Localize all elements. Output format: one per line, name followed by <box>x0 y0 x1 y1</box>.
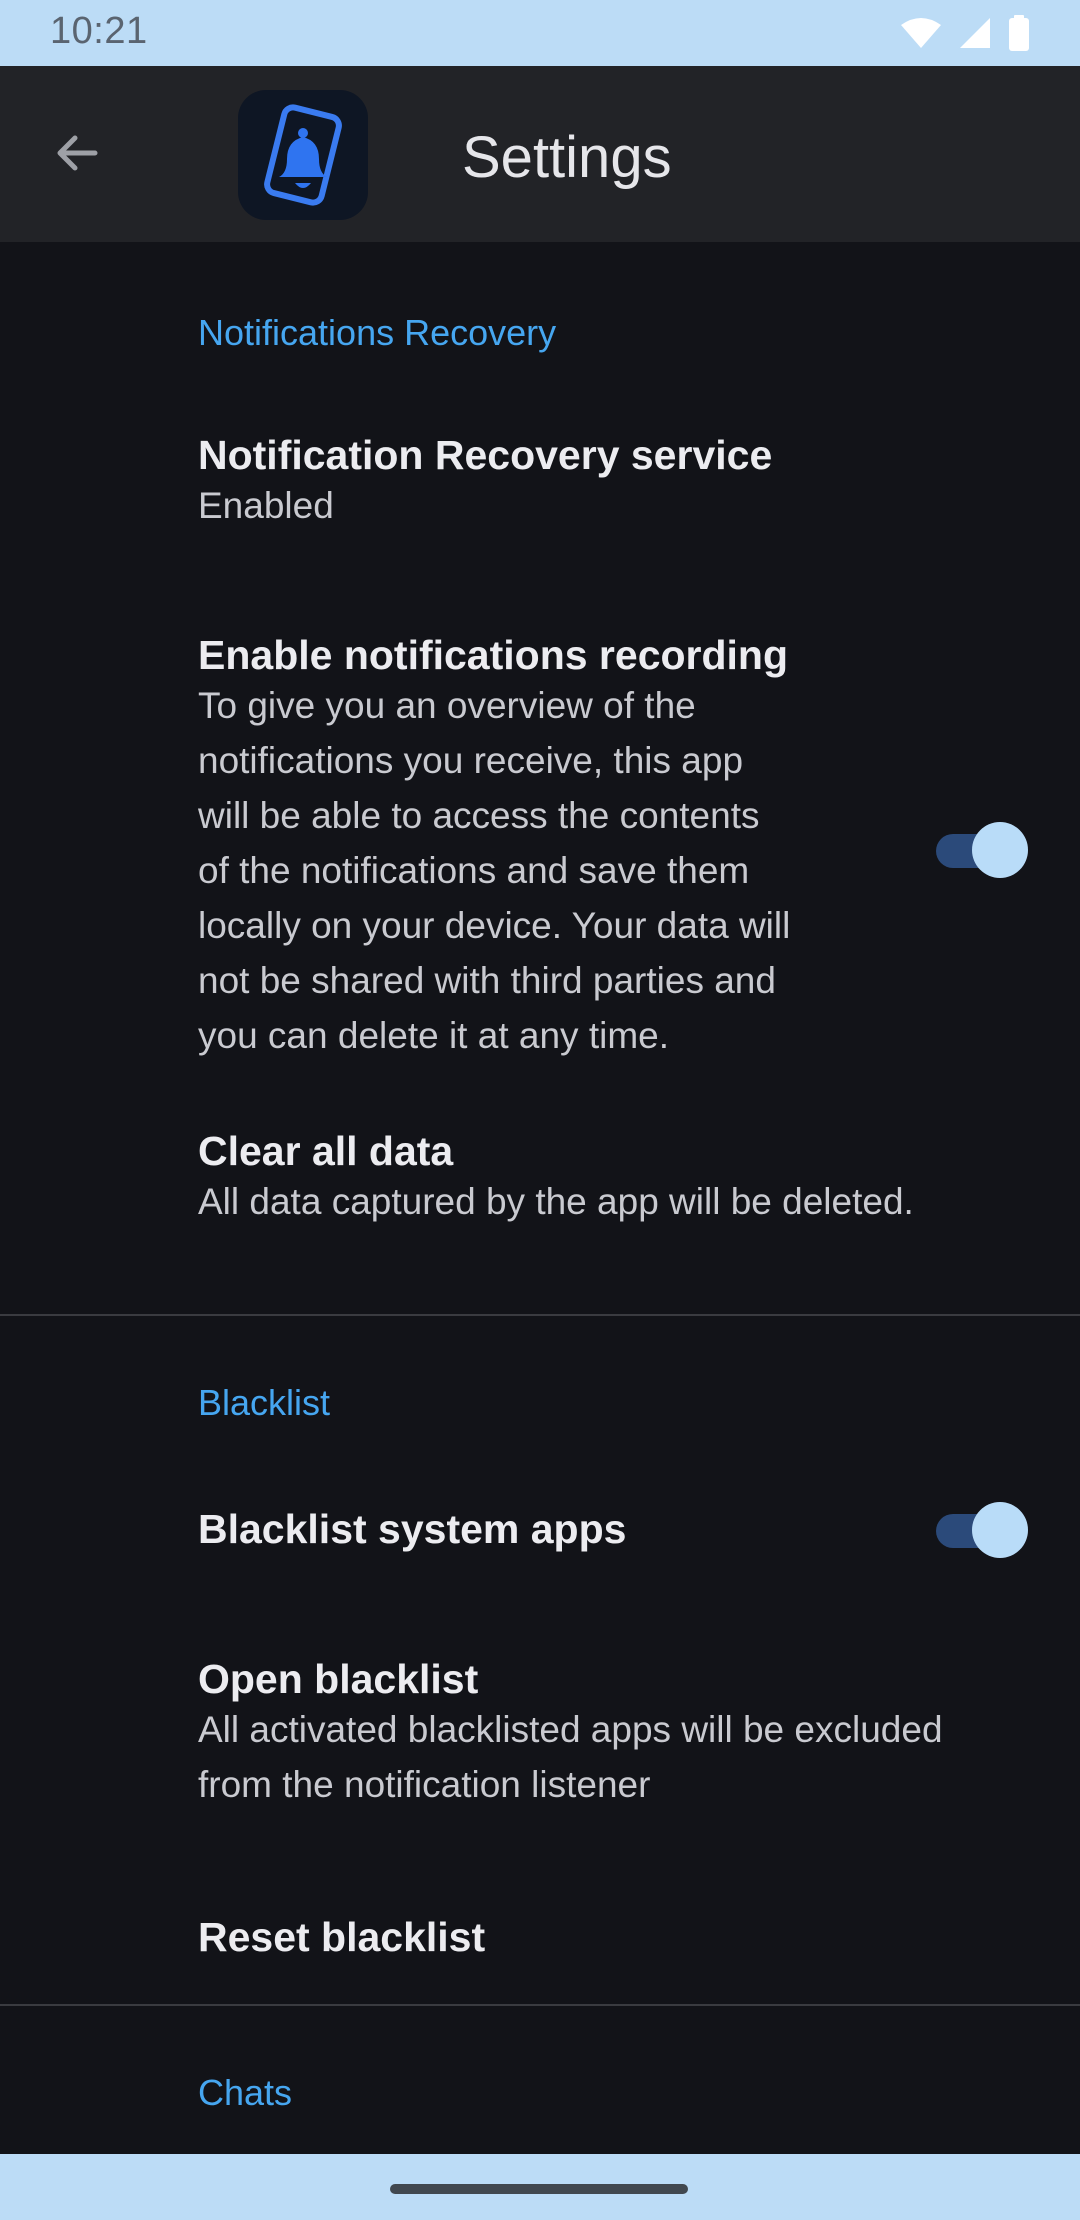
pref-title: Open blacklist <box>198 1656 479 1702</box>
blacklist-system-apps-toggle[interactable] <box>936 1500 1028 1560</box>
category-blacklist: Blacklist <box>198 1382 331 1423</box>
battery-icon <box>1009 15 1029 51</box>
pref-recovery-service[interactable]: Notification Recovery service Enabled <box>0 402 1080 582</box>
pref-summary: To give you an overview of the notificat… <box>198 685 791 1056</box>
pref-title: Reset blacklist <box>198 1914 486 1960</box>
pref-title: Enable notifications recording <box>198 632 789 678</box>
section-divider <box>0 2004 1080 2006</box>
pref-clear-all-data[interactable]: Clear all data All data captured by the … <box>0 1102 1080 1262</box>
pref-open-blacklist[interactable]: Open blacklist All activated blacklisted… <box>0 1632 1080 1832</box>
recording-toggle[interactable] <box>936 820 1028 880</box>
pref-title: Notification Recovery service <box>198 432 773 478</box>
pref-summary: All activated blacklisted apps will be e… <box>198 1709 943 1805</box>
pref-summary: Enabled <box>198 485 334 526</box>
category-notifications-recovery: Notifications Recovery <box>198 312 557 353</box>
settings-list[interactable]: Notifications Recovery Notification Reco… <box>0 242 1080 2154</box>
section-divider <box>0 1314 1080 1316</box>
gesture-handle[interactable] <box>390 2184 688 2194</box>
page-title: Settings <box>462 125 672 190</box>
pref-summary: All data captured by the app will be del… <box>198 1181 914 1222</box>
navigation-bar <box>0 2154 1080 2220</box>
pref-reset-blacklist[interactable]: Reset blacklist <box>0 1902 1080 2032</box>
app-logo <box>238 90 368 220</box>
category-chats: Chats <box>198 2072 293 2113</box>
pref-enable-recording[interactable]: Enable notifications recording To give y… <box>0 602 1080 1072</box>
cell-signal-icon <box>960 18 990 48</box>
back-button[interactable] <box>40 116 114 190</box>
status-bar: 10:21 <box>0 0 1080 66</box>
status-icons <box>900 14 1030 52</box>
switch-thumb <box>972 1502 1028 1558</box>
switch-thumb <box>972 822 1028 878</box>
arrow-back-icon <box>57 135 98 171</box>
pref-title: Blacklist system apps <box>198 1506 627 1552</box>
app-bar: Settings <box>0 66 1080 242</box>
pref-title: Clear all data <box>198 1128 454 1174</box>
wifi-icon <box>901 18 941 48</box>
phone-bell-logo-icon <box>264 104 342 206</box>
pref-blacklist-system-apps[interactable]: Blacklist system apps <box>0 1462 1080 1602</box>
status-time: 10:21 <box>50 10 148 52</box>
